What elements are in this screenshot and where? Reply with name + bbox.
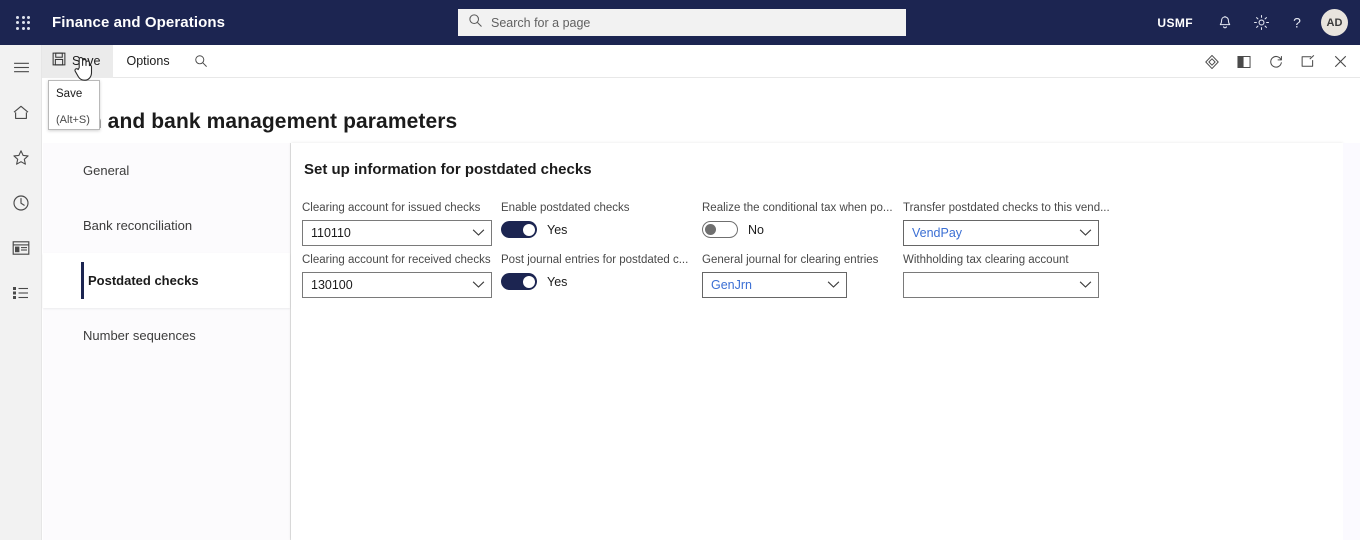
- right-gutter: [1343, 143, 1360, 540]
- bell-icon[interactable]: [1207, 0, 1243, 45]
- field-label: Withholding tax clearing account: [903, 254, 1069, 266]
- application-window: Finance and Operations Search for a page…: [0, 0, 1360, 540]
- tab-number-sequences[interactable]: Number sequences: [43, 308, 290, 363]
- options-button[interactable]: Options: [113, 45, 184, 78]
- svg-text:?: ?: [1293, 15, 1301, 31]
- field-label: Realize the conditional tax when po...: [702, 202, 893, 214]
- tab-general[interactable]: General: [43, 143, 290, 198]
- left-nav-rail: [0, 45, 42, 540]
- field-transfer-postdated-checks-vendor: Transfer postdated checks to this vend..…: [903, 201, 1110, 246]
- favorites-star-icon[interactable]: [0, 135, 42, 180]
- combo-value: 110110: [311, 226, 351, 240]
- modules-list-icon[interactable]: [0, 270, 42, 315]
- toggle-state-label: Yes: [547, 274, 568, 289]
- transfer-postdated-checks-vendor-combo[interactable]: VendPay: [903, 220, 1099, 246]
- chevron-down-icon: [827, 276, 840, 294]
- gear-icon[interactable]: [1243, 0, 1279, 45]
- app-title: Finance and Operations: [52, 14, 226, 31]
- command-search-icon[interactable]: [184, 45, 218, 78]
- avatar[interactable]: AD: [1321, 9, 1348, 36]
- global-search-input[interactable]: Search for a page: [458, 9, 906, 36]
- command-bar-right-actions: [1196, 45, 1356, 78]
- company-selector[interactable]: USMF: [1157, 16, 1193, 30]
- hamburger-menu-icon[interactable]: [0, 45, 42, 90]
- top-header: Finance and Operations Search for a page…: [0, 0, 1360, 45]
- toggle-switch: [501, 221, 537, 238]
- open-in-new-window-icon[interactable]: [1292, 45, 1324, 78]
- chevron-down-icon: [472, 224, 485, 242]
- clearing-account-received-checks-combo[interactable]: 130100: [302, 272, 492, 298]
- header-actions: USMF ? AD: [1157, 0, 1352, 45]
- chevron-down-icon: [1079, 224, 1092, 242]
- combo-value: 130100: [311, 278, 353, 292]
- field-realize-conditional-tax: Realize the conditional tax when po... N…: [702, 201, 893, 238]
- combo-value: GenJrn: [711, 278, 752, 292]
- combo-value: VendPay: [912, 226, 963, 240]
- field-label: Clearing account for issued checks: [302, 202, 481, 214]
- field-clearing-account-received-checks: Clearing account for received checks 130…: [302, 253, 492, 298]
- realize-conditional-tax-toggle[interactable]: No: [702, 221, 892, 238]
- field-label: General journal for clearing entries: [702, 254, 879, 266]
- attachments-gem-icon[interactable]: [1196, 45, 1228, 78]
- tooltip-title: Save: [56, 88, 83, 100]
- question-mark-icon[interactable]: ?: [1279, 0, 1315, 45]
- field-general-journal-clearing-entries: General journal for clearing entries Gen…: [702, 253, 879, 298]
- recent-clock-icon[interactable]: [0, 180, 42, 225]
- save-button-label: Save: [72, 54, 101, 68]
- save-tooltip: Save (Alt+S): [48, 80, 100, 130]
- chevron-down-icon: [472, 276, 485, 294]
- command-bar: Save Options: [42, 44, 1360, 78]
- search-icon: [468, 13, 483, 33]
- tab-bank-reconciliation[interactable]: Bank reconciliation: [43, 198, 290, 253]
- toggle-state-label: Yes: [547, 222, 568, 237]
- global-search-placeholder: Search for a page: [491, 15, 591, 30]
- workspaces-icon[interactable]: [0, 225, 42, 270]
- clearing-account-issued-checks-combo[interactable]: 110110: [302, 220, 492, 246]
- section-title: Set up information for postdated checks: [304, 161, 592, 178]
- withholding-tax-clearing-account-combo[interactable]: [903, 272, 1099, 298]
- field-label: Clearing account for received checks: [302, 254, 491, 266]
- app-launcher-icon[interactable]: [0, 0, 46, 45]
- field-enable-postdated-checks: Enable postdated checks Yes: [501, 201, 686, 238]
- field-label: Enable postdated checks: [501, 202, 630, 214]
- tooltip-shortcut: (Alt+S): [56, 114, 90, 126]
- home-icon[interactable]: [0, 90, 42, 135]
- tab-panel: General Bank reconciliation Postdated ch…: [43, 143, 291, 540]
- save-disk-icon: [52, 52, 66, 71]
- chevron-down-icon: [1079, 276, 1092, 294]
- refresh-icon[interactable]: [1260, 45, 1292, 78]
- toggle-switch: [501, 273, 537, 290]
- field-label: Post journal entries for postdated c...: [501, 254, 689, 266]
- field-post-journal-entries: Post journal entries for postdated c... …: [501, 253, 691, 290]
- field-label: Transfer postdated checks to this vend..…: [903, 202, 1110, 214]
- content-card: Set up information for postdated checks …: [291, 143, 1343, 540]
- page-title: Cash and bank management parameters: [50, 110, 458, 133]
- save-button[interactable]: Save: [42, 44, 113, 78]
- enable-postdated-checks-toggle[interactable]: Yes: [501, 221, 686, 238]
- field-clearing-account-issued-checks: Clearing account for issued checks 11011…: [302, 201, 492, 246]
- toggle-state-label: No: [748, 222, 764, 237]
- field-withholding-tax-clearing-account: Withholding tax clearing account: [903, 253, 1099, 298]
- toggle-switch: [702, 221, 738, 238]
- close-icon[interactable]: [1324, 45, 1356, 78]
- split-pane-icon[interactable]: [1228, 45, 1260, 78]
- general-journal-clearing-entries-combo[interactable]: GenJrn: [702, 272, 847, 298]
- tab-postdated-checks[interactable]: Postdated checks: [43, 253, 290, 308]
- post-journal-entries-toggle[interactable]: Yes: [501, 273, 691, 290]
